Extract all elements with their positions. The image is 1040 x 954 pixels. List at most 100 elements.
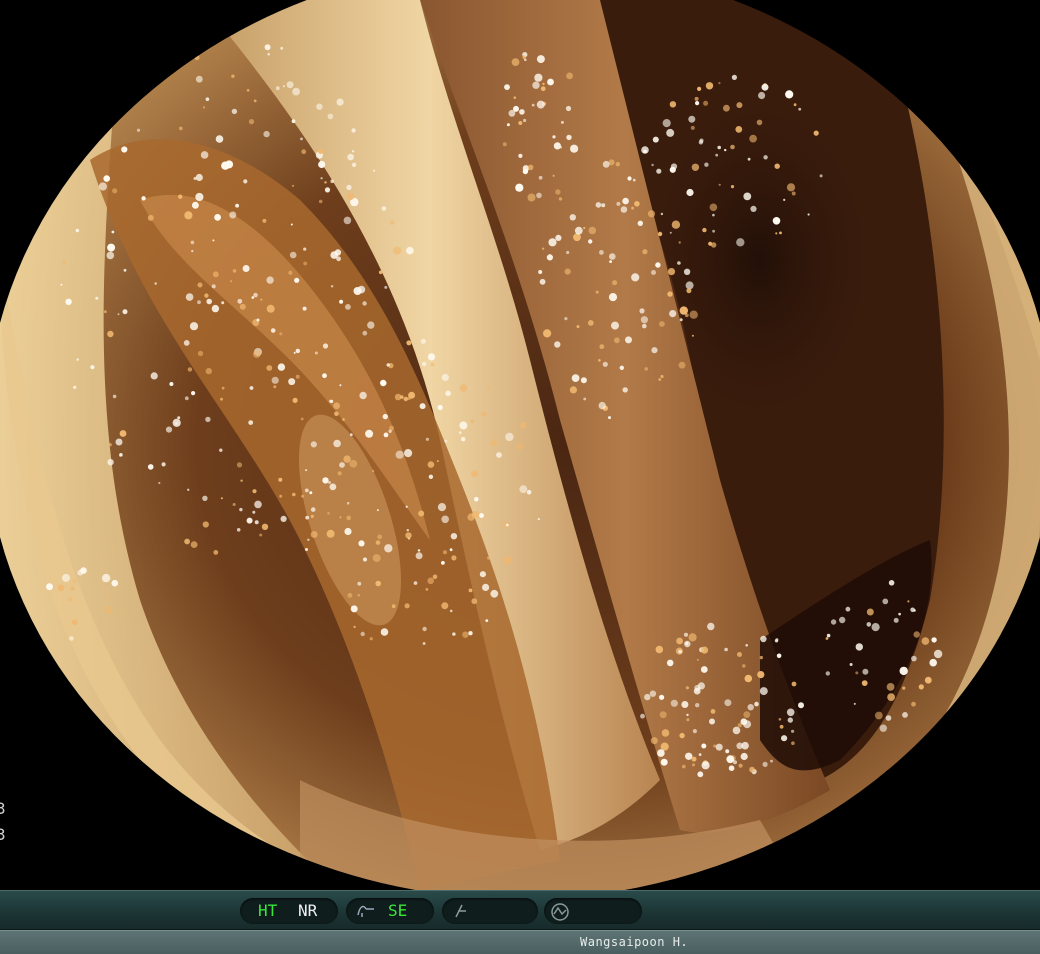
bubble	[107, 459, 114, 466]
ht-nr-indicator: HT NR	[240, 898, 338, 924]
bubble	[405, 532, 412, 539]
bubble	[791, 681, 797, 687]
bubble	[57, 584, 65, 592]
bubble	[76, 358, 79, 361]
bubble	[565, 105, 572, 112]
bubble	[532, 81, 540, 89]
bubble	[253, 99, 257, 103]
bubble	[468, 588, 473, 593]
bubble	[522, 168, 529, 175]
bubble	[825, 671, 830, 676]
bubble	[902, 712, 908, 718]
bubble	[437, 503, 447, 512]
bubble	[249, 386, 254, 390]
bubble	[697, 771, 704, 778]
bubble	[150, 372, 158, 380]
bubble	[515, 183, 524, 192]
bubble	[295, 348, 300, 354]
bubble	[839, 616, 846, 624]
bubble	[611, 321, 619, 330]
bubble	[798, 702, 804, 709]
bubble	[322, 343, 329, 349]
bubble	[518, 153, 523, 158]
bubble	[701, 743, 707, 749]
bubble	[639, 308, 645, 314]
bubble	[866, 622, 872, 627]
bubble	[69, 636, 74, 641]
bubble	[307, 538, 310, 541]
bubble	[490, 589, 499, 598]
bubble	[791, 741, 795, 745]
bubble	[70, 586, 75, 591]
bubble	[730, 185, 735, 189]
bubble	[404, 603, 410, 609]
bubble	[197, 350, 204, 357]
bubble	[422, 626, 427, 632]
bubble	[534, 73, 543, 82]
bubble	[430, 362, 435, 367]
bubble	[682, 764, 686, 769]
circle-wave-icon	[550, 902, 570, 926]
bubble	[235, 203, 240, 208]
bubble	[724, 148, 727, 152]
bubble	[328, 481, 331, 484]
bubble	[527, 193, 536, 202]
bubble	[413, 581, 418, 585]
bubble	[504, 84, 510, 90]
bubble	[728, 765, 735, 771]
bubble	[781, 735, 788, 742]
bubble	[576, 325, 580, 329]
bubble	[698, 140, 704, 145]
bubble	[451, 555, 457, 561]
bubble	[599, 344, 605, 350]
bubble	[756, 119, 763, 126]
bubble	[691, 163, 700, 171]
bubble	[745, 644, 748, 647]
bubble	[536, 55, 545, 64]
bubble	[700, 646, 709, 654]
bubble	[516, 442, 524, 450]
bubble	[172, 418, 181, 427]
bubble	[671, 220, 681, 229]
bubble	[260, 298, 263, 301]
bubble	[689, 310, 698, 319]
bubble	[933, 649, 943, 659]
bubble	[380, 628, 389, 636]
bubble	[595, 290, 599, 294]
bubble	[580, 377, 587, 384]
bubble	[310, 507, 316, 512]
bubble	[197, 282, 203, 288]
bubble	[360, 631, 365, 637]
bubble	[252, 350, 261, 358]
bubble	[907, 600, 910, 603]
bubble	[449, 548, 453, 552]
bubble	[212, 271, 219, 278]
bubble	[334, 411, 339, 417]
bubble	[231, 108, 238, 115]
bubble	[112, 188, 118, 194]
bubble	[602, 361, 608, 367]
bubble	[743, 711, 751, 718]
bubble	[574, 226, 583, 235]
bubble	[406, 340, 412, 346]
bubble	[670, 163, 678, 170]
bubble	[692, 763, 695, 767]
bubble	[678, 361, 686, 369]
bubble	[322, 373, 327, 379]
mode-indicator	[544, 898, 642, 924]
bubble	[640, 713, 645, 719]
bubble	[775, 232, 778, 235]
bubble	[660, 374, 664, 379]
bubble	[783, 198, 786, 201]
bubble	[403, 396, 408, 402]
bubble	[506, 123, 510, 127]
bubble	[195, 192, 204, 202]
bubble	[662, 119, 671, 128]
bubble	[46, 583, 53, 591]
bubble	[362, 301, 367, 306]
bubble	[136, 128, 141, 132]
bubble	[552, 174, 555, 177]
bubble	[118, 453, 123, 457]
bubble	[683, 268, 691, 275]
bubble	[119, 430, 127, 437]
